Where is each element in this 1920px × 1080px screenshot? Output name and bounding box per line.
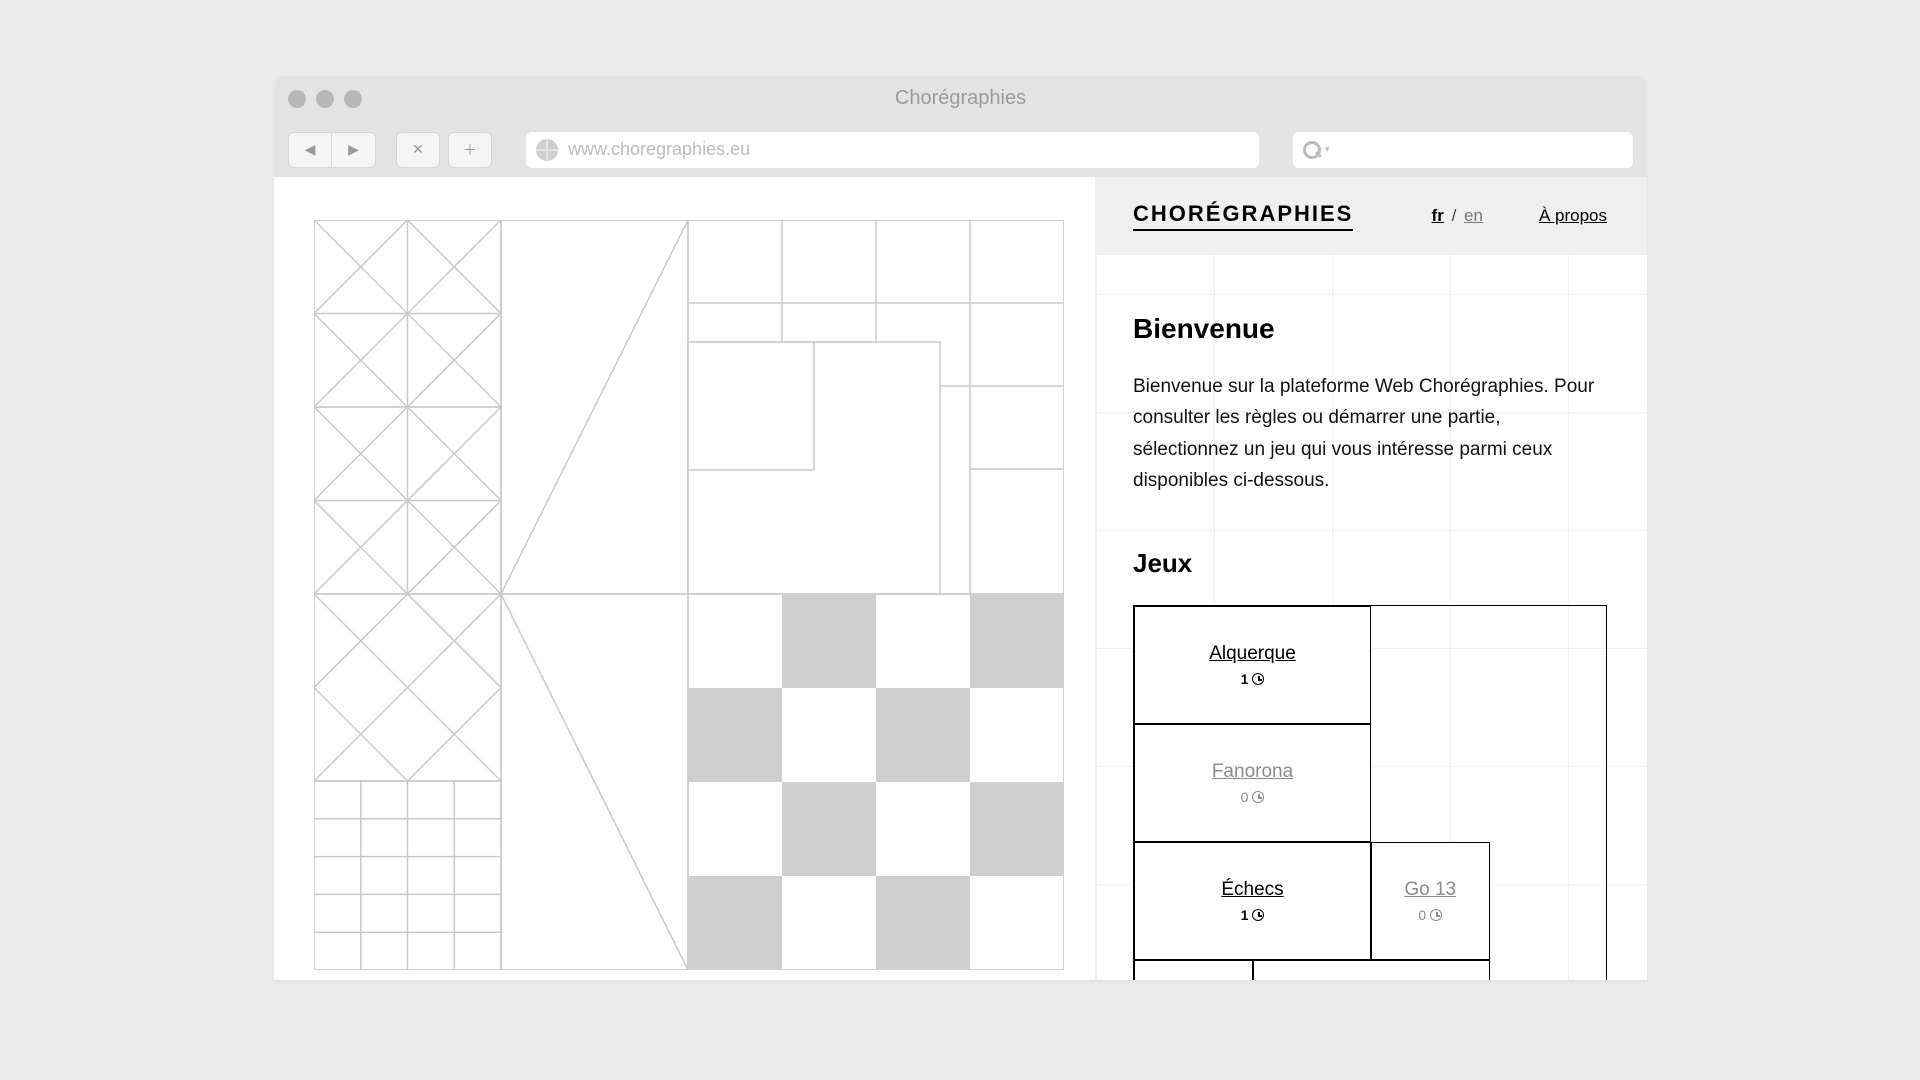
clock-icon bbox=[1252, 791, 1264, 803]
browser-window: Chorégraphies ◀ ▶ ✕ ＋ www.choregraphies.… bbox=[274, 76, 1647, 980]
game-tile-moulin[interactable]: Moulin 0 bbox=[1253, 960, 1490, 980]
page-viewport: CHORÉGRAPHIES fr / en À propos Bienvenue… bbox=[274, 177, 1647, 980]
browser-title: Chorégraphies bbox=[274, 87, 1647, 110]
game-count: 1 bbox=[1241, 671, 1265, 687]
board-illustration bbox=[274, 177, 1095, 980]
game-count: 1 bbox=[1241, 907, 1265, 923]
game-name: Go 13 bbox=[1404, 879, 1456, 901]
game-tile-go19[interactable]: Go 19 0 bbox=[1134, 960, 1253, 980]
games-heading: Jeux bbox=[1133, 548, 1607, 579]
browser-titlebar: Chorégraphies bbox=[274, 76, 1647, 122]
game-name: Fanorona bbox=[1212, 761, 1293, 783]
nav-back-button[interactable]: ◀ bbox=[288, 132, 332, 168]
welcome-text: Bienvenue sur la plateforme Web Chorégra… bbox=[1133, 371, 1607, 496]
game-count: 0 bbox=[1241, 789, 1265, 805]
welcome-heading: Bienvenue bbox=[1133, 313, 1607, 345]
browser-toolbar: ◀ ▶ ✕ ＋ www.choregraphies.eu ▾ bbox=[274, 122, 1647, 177]
lang-en-link[interactable]: en bbox=[1464, 206, 1483, 225]
language-switch: fr / en bbox=[1432, 206, 1483, 226]
game-tile-go13[interactable]: Go 13 0 bbox=[1371, 842, 1490, 960]
url-text: www.choregraphies.eu bbox=[568, 139, 750, 160]
games-grid: Alquerque 1 Fanorona 0 bbox=[1133, 605, 1607, 980]
nav-forward-button[interactable]: ▶ bbox=[332, 132, 376, 168]
sidebar-header: CHORÉGRAPHIES fr / en À propos bbox=[1097, 177, 1647, 255]
browser-chrome: Chorégraphies ◀ ▶ ✕ ＋ www.choregraphies.… bbox=[274, 76, 1647, 177]
sidebar-body: Bienvenue Bienvenue sur la plateforme We… bbox=[1097, 255, 1647, 980]
game-tile-alquerque[interactable]: Alquerque 1 bbox=[1134, 606, 1371, 724]
game-name: Échecs bbox=[1221, 879, 1283, 901]
lang-fr-link[interactable]: fr bbox=[1432, 206, 1444, 225]
game-tile-echecs[interactable]: Échecs 1 bbox=[1134, 842, 1371, 960]
lang-separator: / bbox=[1452, 206, 1457, 225]
clock-icon bbox=[1252, 673, 1264, 685]
game-count: 0 bbox=[1418, 907, 1442, 923]
nav-stop-button[interactable]: ✕ bbox=[396, 132, 440, 168]
search-dropdown-icon: ▾ bbox=[1325, 144, 1330, 155]
game-name: Alquerque bbox=[1209, 643, 1296, 665]
clock-icon bbox=[1430, 909, 1442, 921]
search-icon bbox=[1303, 141, 1321, 159]
sidebar: CHORÉGRAPHIES fr / en À propos Bienvenue… bbox=[1095, 177, 1647, 980]
browser-search[interactable]: ▾ bbox=[1293, 132, 1633, 168]
clock-icon bbox=[1252, 909, 1264, 921]
game-tile-fanorona[interactable]: Fanorona 0 bbox=[1134, 724, 1371, 842]
nav-add-button[interactable]: ＋ bbox=[448, 132, 492, 168]
brand-logo[interactable]: CHORÉGRAPHIES bbox=[1133, 201, 1353, 231]
globe-icon bbox=[536, 139, 558, 161]
url-bar[interactable]: www.choregraphies.eu bbox=[526, 132, 1259, 168]
about-link[interactable]: À propos bbox=[1539, 206, 1607, 226]
